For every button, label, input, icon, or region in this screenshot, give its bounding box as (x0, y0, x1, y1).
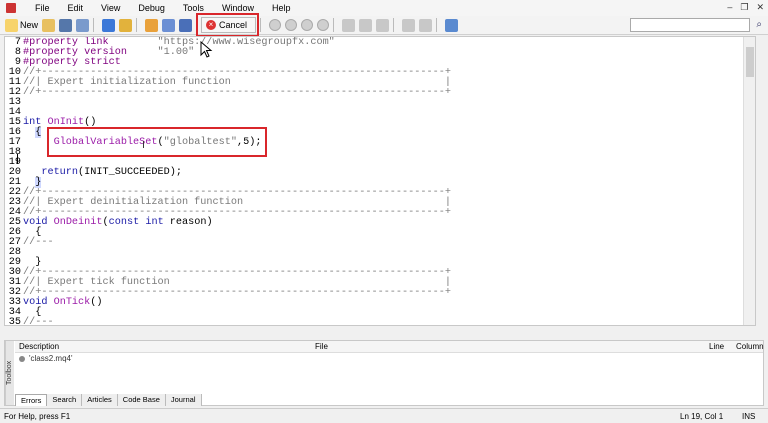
toolbar-separator (260, 18, 262, 32)
toolbox-row[interactable]: 'class2.mq4' (19, 354, 73, 363)
pause-icon[interactable] (301, 19, 314, 31)
compile-all-icon[interactable] (179, 18, 193, 32)
mouse-pointer-icon (200, 41, 213, 58)
code-token: const (108, 217, 140, 228)
close-icon[interactable]: ✕ (756, 2, 764, 13)
navigator-icon[interactable] (102, 18, 116, 32)
save-all-icon[interactable] (76, 18, 90, 32)
new-file-icon (5, 18, 18, 32)
status-mode: INS (742, 412, 756, 421)
code-editor[interactable]: 7 #property link "https://www.wisegroupfx… (4, 36, 756, 326)
app-icon (6, 3, 16, 13)
new-button[interactable]: New (3, 18, 38, 33)
code-token: //--- (23, 317, 54, 326)
tab-code-base[interactable]: Code Base (117, 394, 166, 406)
column-file[interactable]: File (315, 342, 328, 351)
status-bar: For Help, press F1 Ln 19, Col 1 INS (0, 408, 768, 423)
minimize-icon[interactable]: – (727, 2, 732, 13)
stop-icon[interactable] (317, 19, 330, 31)
breakpoint-icon[interactable] (402, 18, 416, 32)
column-line[interactable]: Line (709, 342, 724, 351)
menu-bar: File Edit View Debug Tools Window Help –… (0, 0, 768, 16)
code-text: void OnDeinit(const int reason) (23, 217, 213, 228)
remove-breakpoints-icon[interactable] (419, 18, 433, 32)
code-token: OnTick (53, 297, 91, 308)
menu-tools[interactable]: Tools (174, 3, 213, 13)
tab-articles[interactable]: Articles (82, 394, 118, 406)
tab-errors[interactable]: Errors (15, 394, 48, 406)
step-over-icon[interactable] (359, 18, 373, 32)
window-controls: – ❐ ✕ (727, 2, 764, 13)
compile-icon[interactable] (145, 18, 159, 32)
toolbox-icon[interactable] (119, 18, 133, 32)
save-icon[interactable] (59, 18, 73, 32)
code-token: (INIT_SUCCEEDED); (78, 167, 182, 178)
column-column[interactable]: Column (736, 342, 764, 351)
toolbar-separator (333, 18, 335, 32)
toolbar-separator (436, 18, 438, 32)
code-text: //+-------------------------------------… (23, 87, 451, 98)
toolbox-side-label: Toolbox (5, 341, 14, 405)
terminal-icon[interactable] (445, 18, 459, 32)
restore-icon[interactable]: ❐ (740, 2, 748, 13)
code-token: "1.00" (126, 47, 195, 58)
search-input[interactable] (630, 18, 750, 32)
start-real-data-icon[interactable] (269, 19, 282, 31)
toolbox-header: Description File Line Column (15, 341, 764, 353)
cancel-highlight-box (196, 13, 259, 37)
code-line[interactable]: 35//--- (5, 317, 54, 326)
code-highlight-box (47, 127, 267, 157)
text-caret (17, 154, 18, 164)
menu-window[interactable]: Window (213, 3, 263, 13)
ibeam-cursor-icon: I (142, 140, 145, 151)
code-text: //--- (23, 317, 54, 326)
status-position: Ln 19, Col 1 (680, 412, 724, 421)
menu-help[interactable]: Help (263, 3, 300, 13)
scrollbar-thumb[interactable] (746, 47, 754, 77)
start-history-icon[interactable] (285, 19, 298, 31)
code-line[interactable]: 12//+-----------------------------------… (5, 87, 451, 98)
toolbar-separator (393, 18, 395, 32)
code-token: () (90, 297, 103, 308)
open-folder-icon[interactable] (42, 18, 56, 32)
step-out-icon[interactable] (376, 18, 390, 32)
code-token: int (145, 217, 164, 228)
styler-icon[interactable] (162, 18, 176, 32)
menu-view[interactable]: View (92, 3, 129, 13)
info-icon (19, 355, 25, 362)
toolbox-tabs: Errors Search Articles Code Base Journal (15, 394, 202, 406)
status-help-text: For Help, press F1 (4, 412, 71, 421)
code-token: return (41, 167, 79, 178)
code-token: reason) (163, 217, 213, 228)
line-number: 35 (8, 317, 21, 326)
tab-search[interactable]: Search (47, 394, 83, 406)
metaeditor-window: File Edit View Debug Tools Window Help –… (0, 0, 768, 423)
code-token: OnDeinit (53, 217, 103, 228)
editor-vertical-scrollbar[interactable] (743, 37, 755, 325)
code-text: return(INIT_SUCCEEDED); (23, 167, 182, 178)
column-description[interactable]: Description (19, 342, 59, 351)
code-token: //--- (23, 237, 54, 248)
search-icon[interactable]: ⌕ (756, 19, 762, 30)
code-text: //--- (23, 237, 54, 248)
menu-file[interactable]: File (26, 3, 59, 13)
menu-edit[interactable]: Edit (59, 3, 93, 13)
toolbox-panel: Toolbox Description File Line Column 'cl… (4, 340, 764, 406)
toolbox-row-text: 'class2.mq4' (29, 354, 73, 363)
toolbar-separator (93, 18, 95, 32)
tab-journal[interactable]: Journal (165, 394, 202, 406)
step-into-icon[interactable] (342, 18, 356, 32)
toolbar-separator (136, 18, 138, 32)
new-button-label: New (20, 20, 39, 30)
menu-debug[interactable]: Debug (129, 3, 174, 13)
code-token: //+-------------------------------------… (23, 87, 451, 98)
